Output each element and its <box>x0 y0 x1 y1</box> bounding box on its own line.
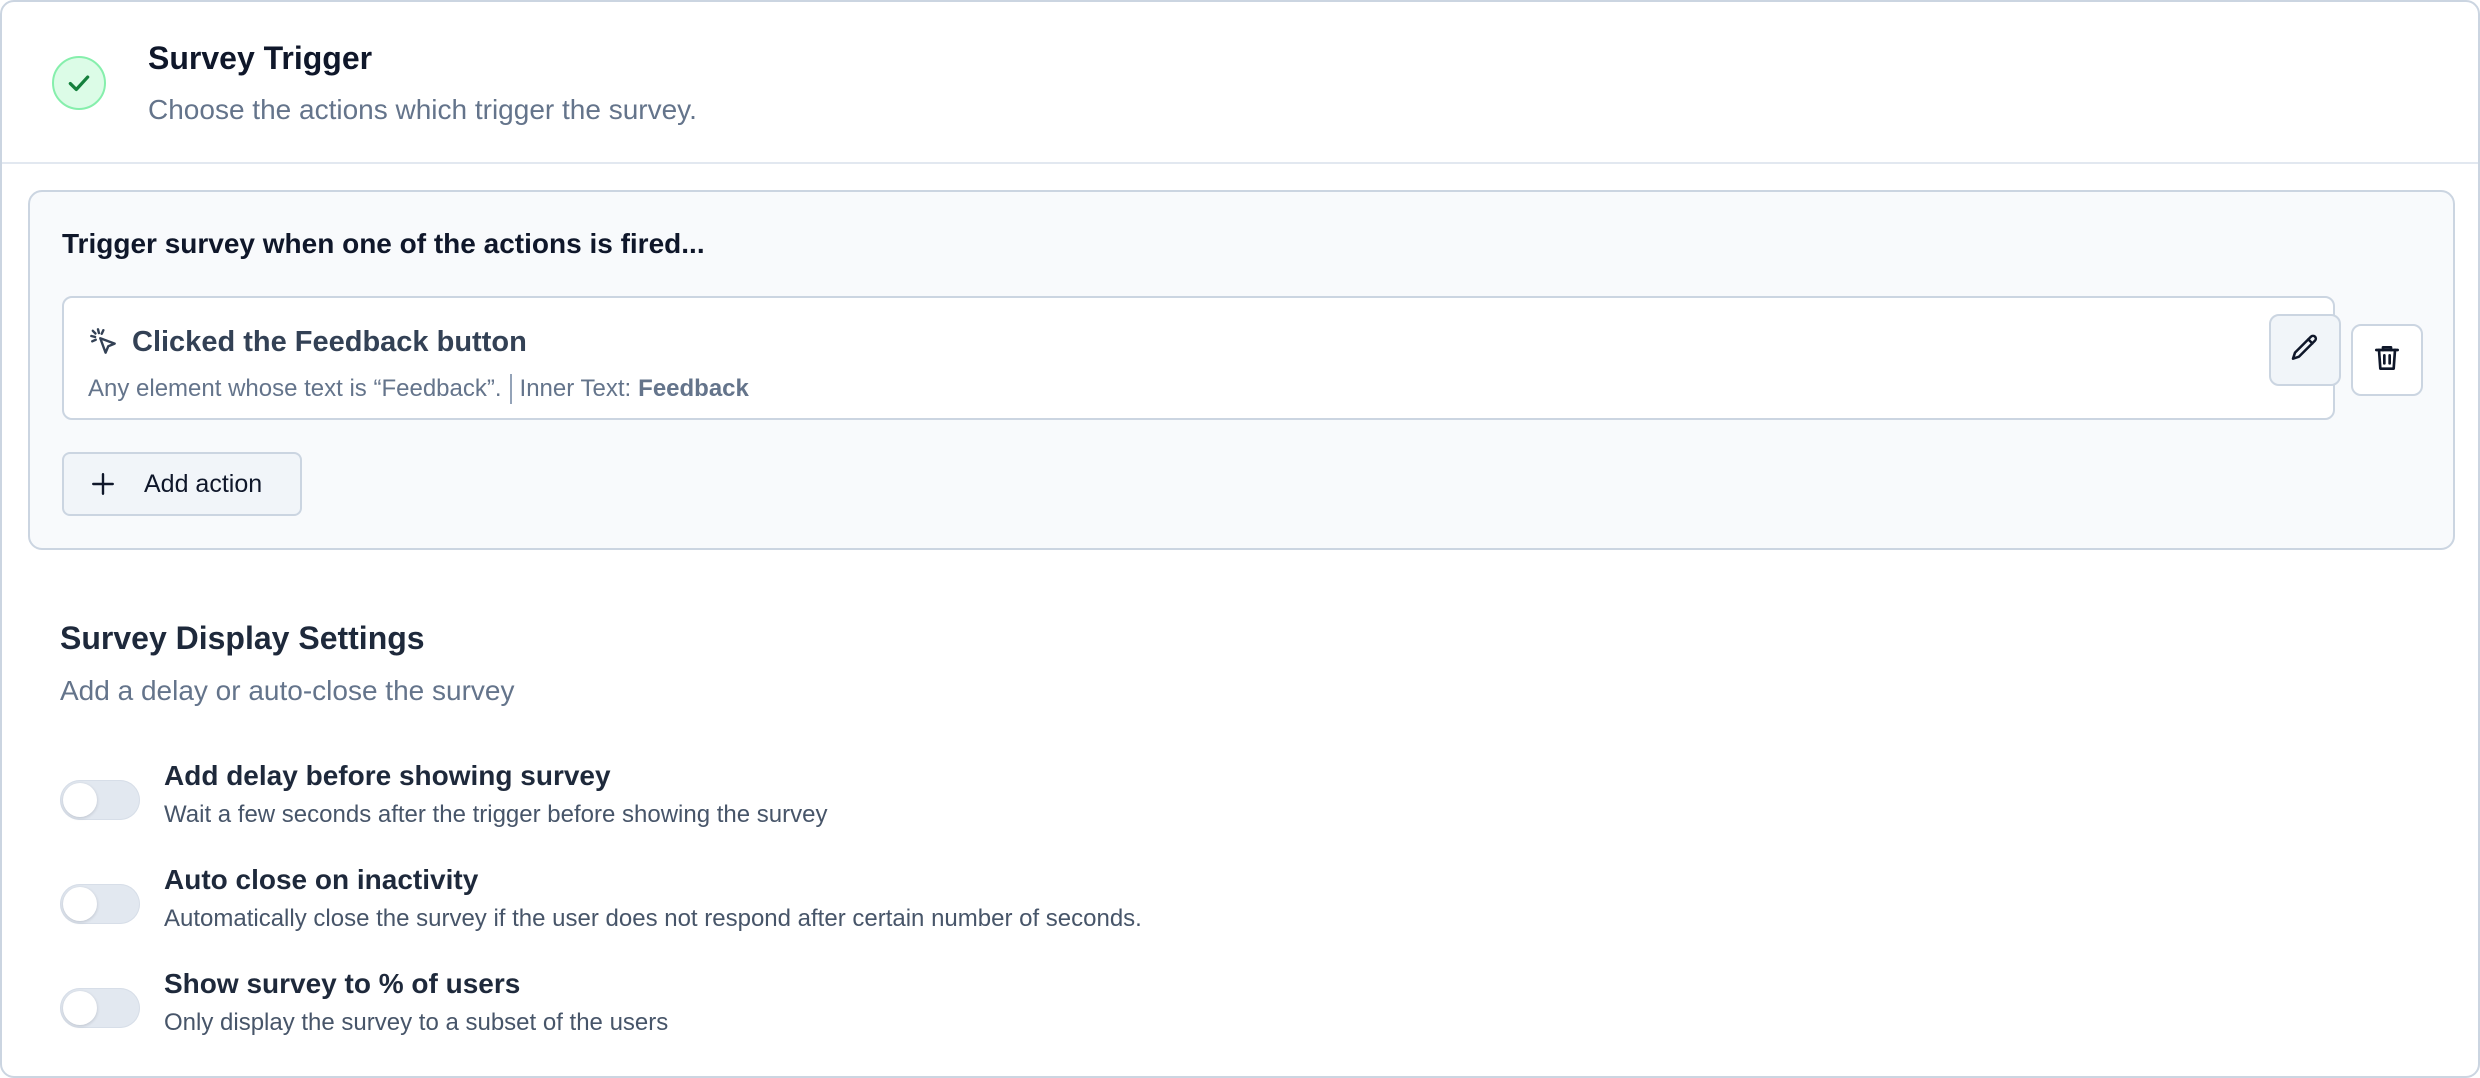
add-delay-toggle[interactable] <box>60 780 140 820</box>
description-divider <box>509 374 512 404</box>
action-description-text: Any element whose text is “Feedback”. <box>88 375 502 402</box>
setting-title: Add delay before showing survey <box>164 760 611 791</box>
pencil-icon <box>2289 332 2321 369</box>
survey-trigger-title: Survey Trigger <box>148 40 373 76</box>
trigger-heading: Trigger survey when one of the actions i… <box>62 228 705 259</box>
inner-text-value: Feedback <box>638 375 749 402</box>
delete-action-button[interactable] <box>2351 324 2423 396</box>
trash-icon <box>2371 342 2403 379</box>
auto-close-toggle[interactable] <box>60 884 140 924</box>
inner-text-label: Inner Text: <box>519 375 632 402</box>
setting-description: Only display the survey to a subset of t… <box>164 1009 669 1036</box>
display-settings-title: Survey Display Settings <box>60 620 425 656</box>
survey-trigger-header[interactable]: Survey Trigger Choose the actions which … <box>2 2 2478 164</box>
percent-users-toggle[interactable] <box>60 988 140 1028</box>
action-description: Any element whose text is “Feedback”. In… <box>88 374 749 404</box>
edit-action-button[interactable] <box>2269 314 2341 386</box>
cursor-click-icon <box>88 326 120 358</box>
trigger-actions-card: Trigger survey when one of the actions i… <box>28 190 2455 550</box>
toggle-knob <box>63 991 97 1025</box>
setting-percent-users: Show survey to % of users Only display t… <box>60 968 2360 1048</box>
toggle-knob <box>63 783 97 817</box>
action-title: Clicked the Feedback button <box>132 326 527 358</box>
setting-description: Wait a few seconds after the trigger bef… <box>164 801 828 828</box>
setting-description: Automatically close the survey if the us… <box>164 905 1142 932</box>
setting-auto-close: Auto close on inactivity Automatically c… <box>60 864 2360 944</box>
survey-settings-panel: Survey Trigger Choose the actions which … <box>0 0 2480 1078</box>
add-action-button[interactable]: Add action <box>62 452 302 516</box>
setting-add-delay: Add delay before showing survey Wait a f… <box>60 760 2360 840</box>
add-action-label: Add action <box>144 469 263 498</box>
display-settings-subtitle: Add a delay or auto-close the survey <box>60 675 515 706</box>
setting-title: Show survey to % of users <box>164 968 521 999</box>
action-item[interactable]: Clicked the Feedback button Any element … <box>62 296 2341 420</box>
check-icon <box>52 56 106 110</box>
plus-icon <box>90 471 116 497</box>
setting-title: Auto close on inactivity <box>164 864 479 895</box>
toggle-knob <box>63 887 97 921</box>
survey-trigger-subtitle: Choose the actions which trigger the sur… <box>148 94 697 125</box>
